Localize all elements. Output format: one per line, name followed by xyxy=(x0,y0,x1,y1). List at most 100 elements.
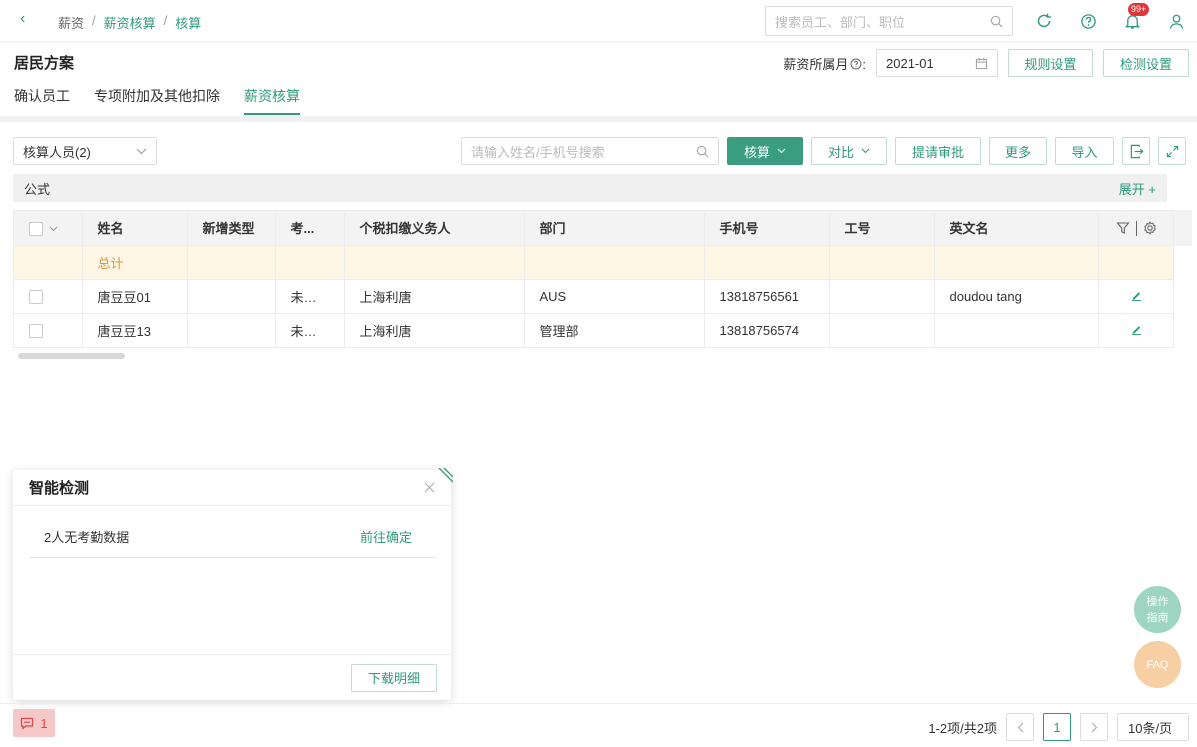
column-header-department[interactable]: 部门 xyxy=(524,211,705,246)
cell-name: 唐豆豆01 xyxy=(82,279,188,314)
chevron-down-icon xyxy=(861,148,870,154)
go-confirm-link[interactable]: 前往确定 xyxy=(360,527,412,546)
breadcrumb-separator: / xyxy=(92,13,96,28)
resize-handle-icon[interactable] xyxy=(437,468,453,484)
cell-attendance: 未确定 xyxy=(275,313,345,347)
next-page-button[interactable] xyxy=(1080,713,1108,741)
edit-icon[interactable] xyxy=(1131,290,1142,301)
prev-page-button[interactable] xyxy=(1006,713,1034,741)
breadcrumb-item-salary-calc[interactable]: 薪资核算 xyxy=(104,13,156,32)
message-count: 1 xyxy=(40,715,48,731)
column-header-phone[interactable]: 手机号 xyxy=(704,211,830,246)
page-size-value: 10条/页 xyxy=(1128,720,1173,736)
column-header-name[interactable]: 姓名 xyxy=(82,211,188,246)
chevron-left-icon xyxy=(1017,722,1023,732)
smart-check-item: 2人无考勤数据 前往确定 xyxy=(29,516,436,558)
header-actions: 薪资所属月: 2021-01 规则设置 检测设置 xyxy=(783,49,1189,77)
message-button[interactable]: 1 xyxy=(13,709,55,737)
total-cell xyxy=(14,245,83,280)
fullscreen-button[interactable] xyxy=(1158,137,1186,165)
row-checkbox[interactable] xyxy=(29,289,43,304)
row-select-cell[interactable] xyxy=(14,313,83,347)
total-cell xyxy=(524,245,705,280)
compare-button-label: 对比 xyxy=(827,144,854,160)
filter-icon[interactable] xyxy=(1115,221,1130,235)
column-header-tax-agent[interactable]: 个税扣缴义务人 xyxy=(344,211,525,246)
row-checkbox[interactable] xyxy=(29,323,43,338)
horizontal-scrollbar[interactable] xyxy=(18,353,125,359)
chevron-down-icon xyxy=(136,148,147,154)
column-header-attendance[interactable]: 考... xyxy=(275,211,345,246)
cell-english-name xyxy=(934,313,1099,347)
tab-special-deductions[interactable]: 专项附加及其他扣除 xyxy=(94,86,220,115)
total-cell xyxy=(275,245,345,280)
month-label-text: 薪资所属月 xyxy=(783,56,849,72)
month-picker[interactable]: 2021-01 xyxy=(876,49,998,77)
refresh-icon[interactable] xyxy=(1032,9,1056,33)
question-icon[interactable] xyxy=(850,58,862,70)
column-header-new-type[interactable]: 新增类型 xyxy=(187,211,276,246)
top-bar: ‹ 薪资 / 薪资核算 / 核算 搜索员工、部门、职位 99+ xyxy=(0,0,1197,42)
cell-attendance: 未确定 xyxy=(275,279,345,314)
row-select-cell[interactable] xyxy=(14,279,83,314)
edit-icon[interactable] xyxy=(1131,324,1142,335)
employee-search-input[interactable]: 请输入姓名/手机号搜索 xyxy=(461,137,719,165)
tab-bar: 确认员工 专项附加及其他扣除 薪资核算 xyxy=(14,86,300,115)
select-all-header[interactable] xyxy=(14,211,83,246)
formula-label: 公式 xyxy=(24,181,51,197)
import-button[interactable]: 导入 xyxy=(1055,137,1114,165)
cell-actions xyxy=(1098,279,1173,314)
formula-bar: 公式 展开 + xyxy=(13,174,1167,202)
cell-department: 管理部 xyxy=(524,313,705,347)
cell-phone: 13818756574 xyxy=(704,313,830,347)
total-label: 总计 xyxy=(82,245,188,280)
total-row: 总计 xyxy=(14,245,1173,280)
select-all-checkbox[interactable] xyxy=(29,221,43,236)
breadcrumb: 薪资 / 薪资核算 / 核算 xyxy=(58,13,201,32)
table-row[interactable]: 唐豆豆13 未确定 上海利唐 管理部 13818756574 xyxy=(14,313,1173,347)
cell-english-name: doudou tang xyxy=(934,279,1099,314)
cell-new-type xyxy=(187,313,276,347)
breadcrumb-item-salary[interactable]: 薪资 xyxy=(58,13,84,32)
more-button[interactable]: 更多 xyxy=(989,137,1047,165)
cell-tax-agent: 上海利唐 xyxy=(344,279,525,314)
expand-icon xyxy=(1166,145,1178,157)
page-number-button[interactable]: 1 xyxy=(1043,713,1071,741)
submit-approval-button[interactable]: 提请审批 xyxy=(895,137,981,165)
tab-salary-calc[interactable]: 薪资核算 xyxy=(244,86,300,115)
smart-check-header: 智能检测 xyxy=(13,470,451,506)
compare-button[interactable]: 对比 xyxy=(811,137,887,165)
download-details-button[interactable]: 下载明细 xyxy=(351,663,437,692)
rule-settings-button[interactable]: 规则设置 xyxy=(1008,49,1093,77)
gear-icon[interactable] xyxy=(1143,221,1157,236)
column-header-english-name[interactable]: 英文名 xyxy=(934,211,1099,246)
people-select[interactable]: 核算人员(2) xyxy=(13,137,157,165)
chevron-down-icon[interactable] xyxy=(49,226,58,232)
user-icon[interactable] xyxy=(1164,9,1188,33)
pagination: 1-2项/共2项 1 10条/页 xyxy=(928,713,1189,741)
calculate-button[interactable]: 核算 xyxy=(727,137,803,165)
operation-guide-button[interactable]: 操作 指南 xyxy=(1134,586,1181,633)
total-cell xyxy=(704,245,830,280)
export-button[interactable] xyxy=(1122,137,1150,165)
search-icon xyxy=(696,145,709,157)
cell-phone: 13818756561 xyxy=(704,279,830,314)
bell-icon[interactable]: 99+ xyxy=(1120,3,1150,33)
global-search-placeholder: 搜索员工、部门、职位 xyxy=(775,14,906,30)
total-cell xyxy=(934,245,1099,280)
check-settings-button[interactable]: 检测设置 xyxy=(1103,49,1189,77)
close-icon[interactable] xyxy=(424,482,435,493)
global-search-input[interactable]: 搜索员工、部门、职位 xyxy=(765,6,1013,36)
formula-expand-link[interactable]: 展开 + xyxy=(1119,179,1156,198)
page-size-select[interactable]: 10条/页 xyxy=(1117,713,1189,741)
help-icon[interactable] xyxy=(1076,9,1100,33)
tab-confirm-employees[interactable]: 确认员工 xyxy=(14,86,70,115)
smart-check-panel: 智能检测 2人无考勤数据 前往确定 下载明细 xyxy=(13,470,451,700)
chevron-right-icon xyxy=(1091,722,1097,732)
table-header-row: 姓名 新增类型 考... 个税扣缴义务人 部门 手机号 工号 英文名 xyxy=(14,211,1173,246)
faq-button[interactable]: FAQ xyxy=(1134,641,1181,688)
column-header-employee-no[interactable]: 工号 xyxy=(829,211,935,246)
smart-check-title: 智能检测 xyxy=(29,480,90,497)
back-chevron-icon[interactable]: ‹ xyxy=(20,10,25,28)
table-row[interactable]: 唐豆豆01 未确定 上海利唐 AUS 13818756561 doudou ta… xyxy=(14,279,1173,314)
